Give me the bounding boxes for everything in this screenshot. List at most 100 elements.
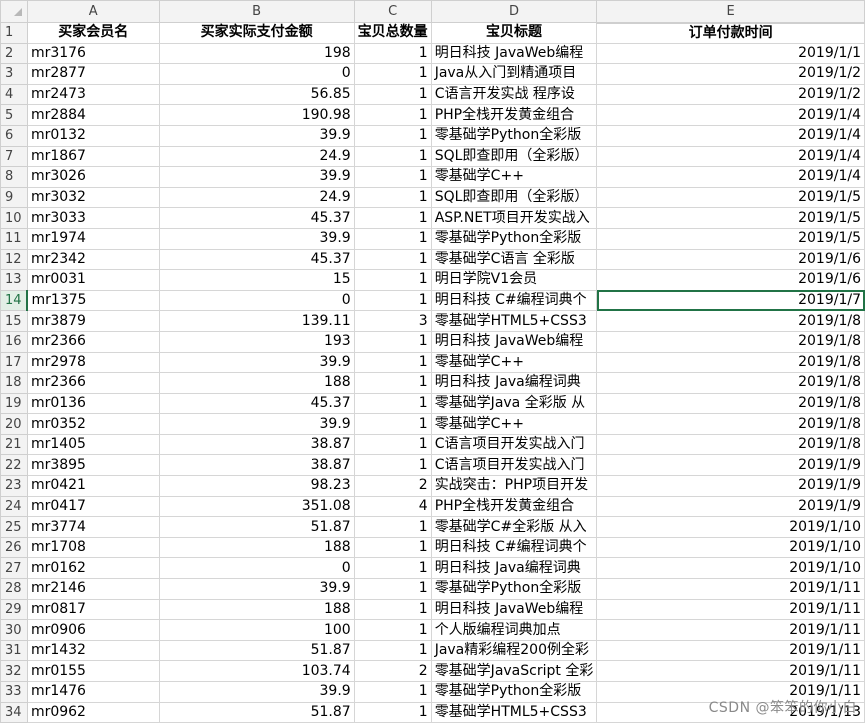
cell-c[interactable]: 1 xyxy=(353,433,432,456)
cell-e[interactable]: 2019/1/8 xyxy=(596,330,865,353)
cell-e[interactable]: 2019/1/5 xyxy=(596,227,865,250)
cell-d[interactable]: 明日学院V1会员 xyxy=(430,269,598,291)
column-header-a[interactable]: A xyxy=(26,0,160,23)
cell-a[interactable]: mr2342 xyxy=(26,248,160,271)
cell-b[interactable]: 38.87 xyxy=(158,433,355,456)
cell-a[interactable]: mr3032 xyxy=(26,186,160,209)
row-header[interactable]: 21 xyxy=(0,433,28,456)
cell-b[interactable]: 103.74 xyxy=(158,660,355,682)
cell-d[interactable]: SQL即查即用（全彩版） xyxy=(430,186,598,209)
row-header[interactable]: 32 xyxy=(0,660,28,682)
cell-c[interactable]: 1 xyxy=(353,83,432,106)
cell-e[interactable]: 2019/1/9 xyxy=(596,495,865,518)
cell-a[interactable]: mr2366 xyxy=(26,372,160,394)
cell-b[interactable]: 24.9 xyxy=(158,145,355,168)
cell-d[interactable]: 个人版编程词典加点 xyxy=(430,619,598,641)
cell-a[interactable]: mr3879 xyxy=(26,310,160,332)
cell-b[interactable]: 190.98 xyxy=(158,104,355,126)
row-header[interactable]: 26 xyxy=(0,536,28,559)
cell-d[interactable]: PHP全栈开发黄金组合 xyxy=(430,104,598,126)
cell-c[interactable]: 1 xyxy=(353,227,432,250)
cell-d[interactable]: 明日科技 Java编程词典 xyxy=(430,557,598,580)
row-header[interactable]: 18 xyxy=(0,372,28,394)
cell-c[interactable]: 2 xyxy=(353,660,432,682)
cell-e[interactable]: 2019/1/11 xyxy=(596,598,865,621)
row-header[interactable]: 23 xyxy=(0,475,28,497)
cell-e[interactable]: 2019/1/11 xyxy=(596,660,865,682)
cell-e[interactable]: 2019/1/11 xyxy=(596,639,865,662)
row-header[interactable]: 28 xyxy=(0,578,28,600)
cell-e[interactable]: 2019/1/10 xyxy=(596,536,865,559)
cell-d[interactable]: SQL即查即用（全彩版） xyxy=(430,145,598,168)
cell-e[interactable]: 2019/1/8 xyxy=(596,372,865,394)
cell-b[interactable]: 51.87 xyxy=(158,516,355,538)
cell-b[interactable]: 39.9 xyxy=(158,413,355,435)
cell-e[interactable]: 2019/1/8 xyxy=(596,433,865,456)
row-header[interactable]: 12 xyxy=(0,248,28,271)
cell-a[interactable]: mr0417 xyxy=(26,495,160,518)
cell-b[interactable]: 45.37 xyxy=(158,207,355,229)
cell-b[interactable]: 39.9 xyxy=(158,124,355,147)
cell-d[interactable]: Java从入门到精通项目 xyxy=(430,63,598,85)
cell-a[interactable]: mr1375 xyxy=(26,289,160,312)
cell-a[interactable]: mr0817 xyxy=(26,598,160,621)
cell-b[interactable]: 39.9 xyxy=(158,227,355,250)
row-header[interactable]: 29 xyxy=(0,598,28,621)
cell-b[interactable]: 98.23 xyxy=(158,475,355,497)
row-header[interactable]: 5 xyxy=(0,104,28,126)
cell-d[interactable]: C语言开发实战 程序设 xyxy=(430,83,598,106)
cell-a[interactable]: mr0031 xyxy=(26,269,160,291)
select-all-triangle[interactable] xyxy=(14,8,22,16)
cell-c[interactable]: 1 xyxy=(353,186,432,209)
cell-a[interactable]: mr2877 xyxy=(26,63,160,85)
cell-e[interactable]: 2019/1/2 xyxy=(596,63,865,85)
cell-b[interactable]: 351.08 xyxy=(158,495,355,518)
cell-a[interactable]: mr3895 xyxy=(26,454,160,477)
cell-d[interactable]: 明日科技 JavaWeb编程 xyxy=(430,330,598,353)
row-header[interactable]: 2 xyxy=(0,42,28,65)
cell-a[interactable]: mr0906 xyxy=(26,619,160,641)
cell-c[interactable]: 2 xyxy=(353,475,432,497)
header-cell-b[interactable]: 买家实际支付金额 xyxy=(158,22,355,44)
cell-a[interactable]: mr1405 xyxy=(26,433,160,456)
cell-b[interactable]: 0 xyxy=(158,63,355,85)
cell-a[interactable]: mr0132 xyxy=(26,124,160,147)
cell-c[interactable]: 1 xyxy=(353,63,432,85)
cell-d[interactable]: 实战突击：PHP项目开发 xyxy=(430,475,598,497)
cell-c[interactable]: 1 xyxy=(353,701,432,724)
row-header[interactable]: 19 xyxy=(0,392,28,415)
cell-d[interactable]: C语言项目开发实战入门 xyxy=(430,454,598,477)
cell-a[interactable]: mr2146 xyxy=(26,578,160,600)
cell-b[interactable]: 56.85 xyxy=(158,83,355,106)
cell-c[interactable]: 1 xyxy=(353,372,432,394)
cell-c[interactable]: 1 xyxy=(353,248,432,271)
row-header[interactable]: 10 xyxy=(0,207,28,229)
cell-a[interactable]: mr1708 xyxy=(26,536,160,559)
cell-d[interactable]: 零基础学Java 全彩版 从 xyxy=(430,392,598,415)
cell-a[interactable]: mr0155 xyxy=(26,660,160,682)
row-header[interactable]: 25 xyxy=(0,516,28,538)
cell-b[interactable]: 188 xyxy=(158,372,355,394)
cell-e[interactable]: 2019/1/4 xyxy=(596,104,865,126)
cell-a[interactable]: mr0962 xyxy=(26,701,160,724)
cell-a[interactable]: mr2473 xyxy=(26,83,160,106)
row-header[interactable]: 4 xyxy=(0,83,28,106)
cell-e[interactable]: 2019/1/5 xyxy=(596,207,865,229)
cell-b[interactable]: 15 xyxy=(158,269,355,291)
cell-a[interactable]: mr2978 xyxy=(26,351,160,374)
header-cell-a[interactable]: 买家会员名 xyxy=(26,22,160,44)
cell-d[interactable]: ASP.NET项目开发实战入 xyxy=(430,207,598,229)
header-cell-d[interactable]: 宝贝标题 xyxy=(430,22,598,44)
cell-a[interactable]: mr3026 xyxy=(26,166,160,188)
cell-b[interactable]: 39.9 xyxy=(158,681,355,703)
cell-c[interactable]: 1 xyxy=(353,166,432,188)
column-header-e[interactable]: E xyxy=(596,0,865,24)
row-header[interactable]: 24 xyxy=(0,495,28,518)
cell-d[interactable]: 明日科技 JavaWeb编程 xyxy=(430,598,598,621)
cell-c[interactable]: 1 xyxy=(353,557,432,580)
cell-e[interactable]: 2019/1/4 xyxy=(596,145,865,168)
cell-c[interactable]: 1 xyxy=(353,598,432,621)
cell-d[interactable]: 零基础学C#全彩版 从入 xyxy=(430,516,598,538)
cell-b[interactable]: 45.37 xyxy=(158,248,355,271)
row-header[interactable]: 30 xyxy=(0,619,28,641)
